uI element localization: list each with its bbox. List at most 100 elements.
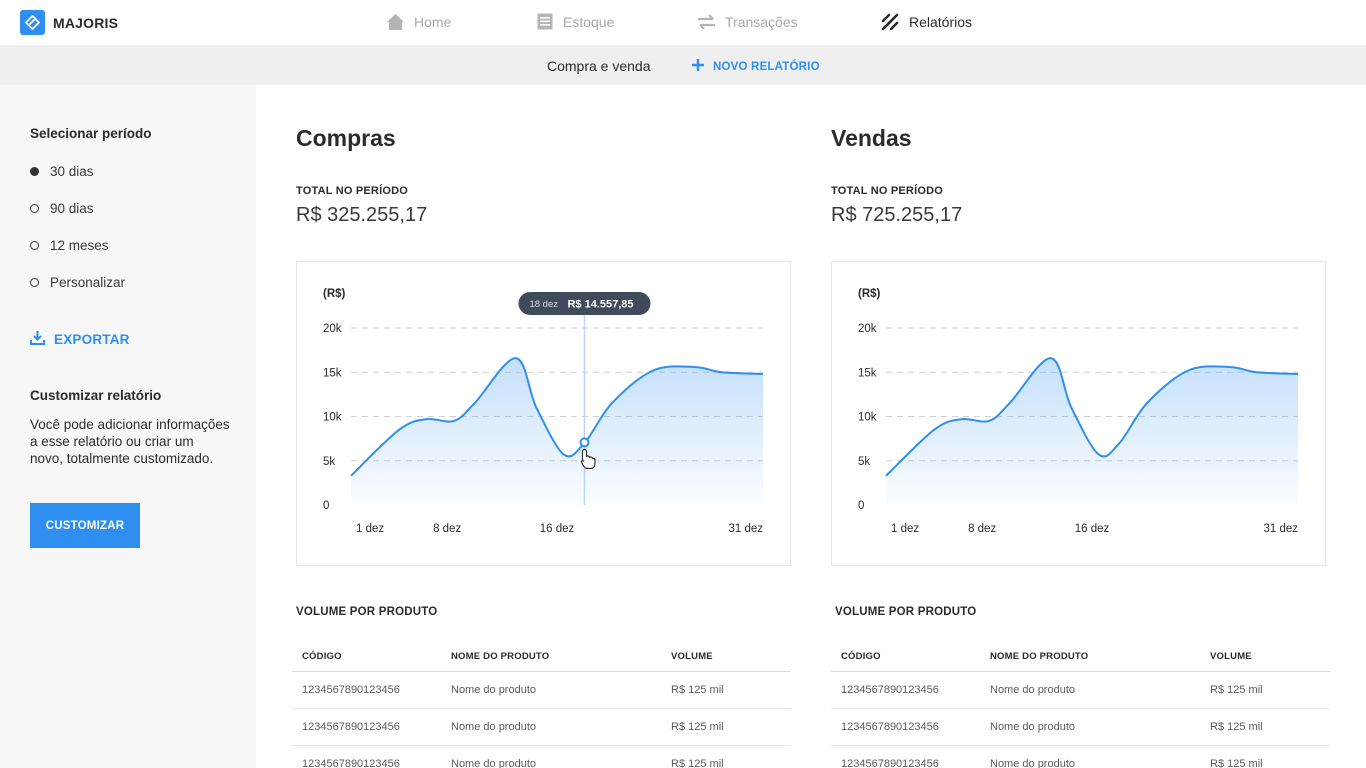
table-header: CÓDIGO NOME DO PRODUTO VOLUME [831,642,1330,672]
table-row[interactable]: 1234567890123456 Nome do produto R$ 125 … [831,746,1330,768]
col-volume[interactable]: VOLUME [671,651,791,662]
compras-chart-svg: (R$) 0 5k 10k 15k 20k 1 dez 8 dez 16 dez 31 dez 18… [323,288,763,535]
y-tick-label: 15k [858,367,877,379]
col-volume[interactable]: VOLUME [1210,651,1330,662]
period-title: Selecionar período [30,126,152,141]
cell-volume: R$ 125 mil [1210,684,1263,696]
radio-icon [30,278,39,287]
y-tick-label: 20k [323,323,342,335]
customize-description: Você pode adicionar informações a esse r… [30,417,230,466]
x-tick-label: 1 dez [356,523,384,535]
cell-nome: Nome do produto [451,721,536,733]
y-tick-label: 5k [323,456,335,468]
period-option-30-dias[interactable]: 30 dias [30,164,94,179]
x-tick-label: 31 dez [1263,523,1298,535]
x-tick-label: 16 dez [540,523,575,535]
export-button[interactable]: EXPORTAR [30,330,130,348]
cell-codigo: 1234567890123456 [841,684,939,696]
sub-bar: Compra e venda NOVO RELATÓRIO [0,45,1366,85]
x-tick-label: 8 dez [433,523,461,535]
table-header: CÓDIGO NOME DO PRODUTO VOLUME [292,642,791,672]
nav-estoque[interactable]: Estoque [535,12,614,31]
vendas-total-label: TOTAL NO PERÍODO [831,185,943,197]
table-row[interactable]: 1234567890123456 Nome do produto R$ 125 … [831,709,1330,746]
y-tick-label: 5k [858,456,870,468]
cell-nome: Nome do produto [990,721,1075,733]
cell-codigo: 1234567890123456 [302,684,400,696]
list-icon [535,12,554,31]
period-label: 90 dias [50,201,94,216]
table-row[interactable]: 1234567890123456 Nome do produto R$ 125 … [831,672,1330,709]
customize-button[interactable]: CUSTOMIZAR [30,503,140,548]
period-option-personalizar[interactable]: Personalizar [30,275,125,290]
nav-transacoes[interactable]: Transações [697,12,798,31]
x-tick-label: 31 dez [728,523,763,535]
col-codigo[interactable]: CÓDIGO [292,651,451,662]
compras-total-label: TOTAL NO PERÍODO [296,185,408,197]
table-row[interactable]: 1234567890123456 Nome do produto R$ 125 … [292,709,791,746]
table-row[interactable]: 1234567890123456 Nome do produto R$ 125 … [292,746,791,768]
cell-codigo: 1234567890123456 [302,721,400,733]
vendas-panel: Vendas TOTAL NO PERÍODO R$ 725.255,17 (R… [831,85,1331,768]
period-option-12-meses[interactable]: 12 meses [30,238,109,253]
cell-codigo: 1234567890123456 [841,758,939,768]
period-label: Personalizar [50,275,126,290]
period-label: 12 meses [50,238,109,253]
nav-relatorios[interactable]: Relatórios [881,12,972,31]
col-codigo[interactable]: CÓDIGO [831,651,990,662]
app-name: MAJORIS [53,14,119,31]
radio-icon [30,241,39,250]
compras-title: Compras [296,125,396,151]
col-nome[interactable]: NOME DO PRODUTO [990,651,1210,662]
nav-estoque-label: Estoque [563,13,615,30]
cell-codigo: 1234567890123456 [302,758,400,768]
compras-panel: Compras TOTAL NO PERÍODO R$ 325.255,17 (… [292,85,796,768]
new-report-label: NOVO RELATÓRIO [713,60,820,73]
cell-nome: Nome do produto [451,684,536,696]
y-tick-label: 0 [323,500,329,512]
tooltip-point [579,437,590,448]
customize-title: Customizar relatório [30,388,162,403]
y-axis-label: (R$) [323,288,346,300]
top-bar: MAJORIS Home Estoque Transações Relatóri… [0,0,1366,45]
period-label: 30 dias [50,164,94,179]
nav-home[interactable]: Home [386,12,451,31]
y-tick-label: 10k [858,412,877,424]
cell-codigo: 1234567890123456 [841,721,939,733]
cell-volume: R$ 125 mil [671,684,724,696]
y-tick-label: 0 [858,500,864,512]
y-tick-label: 10k [323,412,342,424]
download-icon [30,330,45,348]
period-option-90-dias[interactable]: 90 dias [30,201,94,216]
vendas-chart-svg: (R$) 0 5k 10k 15k 20k 1 dez 8 dez 16 dez 31 dez [858,288,1298,535]
x-tick-label: 16 dez [1075,523,1110,535]
y-tick-label: 20k [858,323,877,335]
nav-transacoes-label: Transações [725,13,798,30]
transfer-icon [697,12,716,31]
compras-volume-title: VOLUME POR PRODUTO [296,606,438,618]
compras-total-value: R$ 325.255,17 [296,204,428,226]
col-nome[interactable]: NOME DO PRODUTO [451,651,671,662]
cell-volume: R$ 125 mil [671,721,724,733]
vendas-title: Vendas [831,125,912,151]
x-tick-label: 8 dez [968,523,996,535]
compras-chart[interactable]: (R$) 0 5k 10k 15k 20k 1 dez 8 dez 16 dez 31 dez 18… [296,261,791,566]
cell-volume: R$ 125 mil [1210,758,1263,768]
new-report-button[interactable]: NOVO RELATÓRIO [692,59,820,74]
tooltip-value: R$ 14.557,85 [567,299,633,311]
logo[interactable]: MAJORIS [20,10,118,35]
cell-nome: Nome do produto [990,758,1075,768]
table-row[interactable]: 1234567890123456 Nome do produto R$ 125 … [292,672,791,709]
cell-nome: Nome do produto [990,684,1075,696]
home-icon [386,12,405,31]
radio-icon [30,204,39,213]
nav-home-label: Home [414,13,452,30]
vendas-chart[interactable]: (R$) 0 5k 10k 15k 20k 1 dez 8 dez 16 dez 31 dez [831,261,1326,566]
sidebar: Selecionar período 30 dias 90 dias 12 me… [0,85,256,768]
reports-icon [881,12,900,31]
tab-compra-e-venda[interactable]: Compra e venda [547,58,651,74]
radio-icon [30,167,39,176]
series-area [886,358,1298,505]
vendas-total-value: R$ 725.255,17 [831,204,963,226]
y-axis-label: (R$) [858,288,881,300]
